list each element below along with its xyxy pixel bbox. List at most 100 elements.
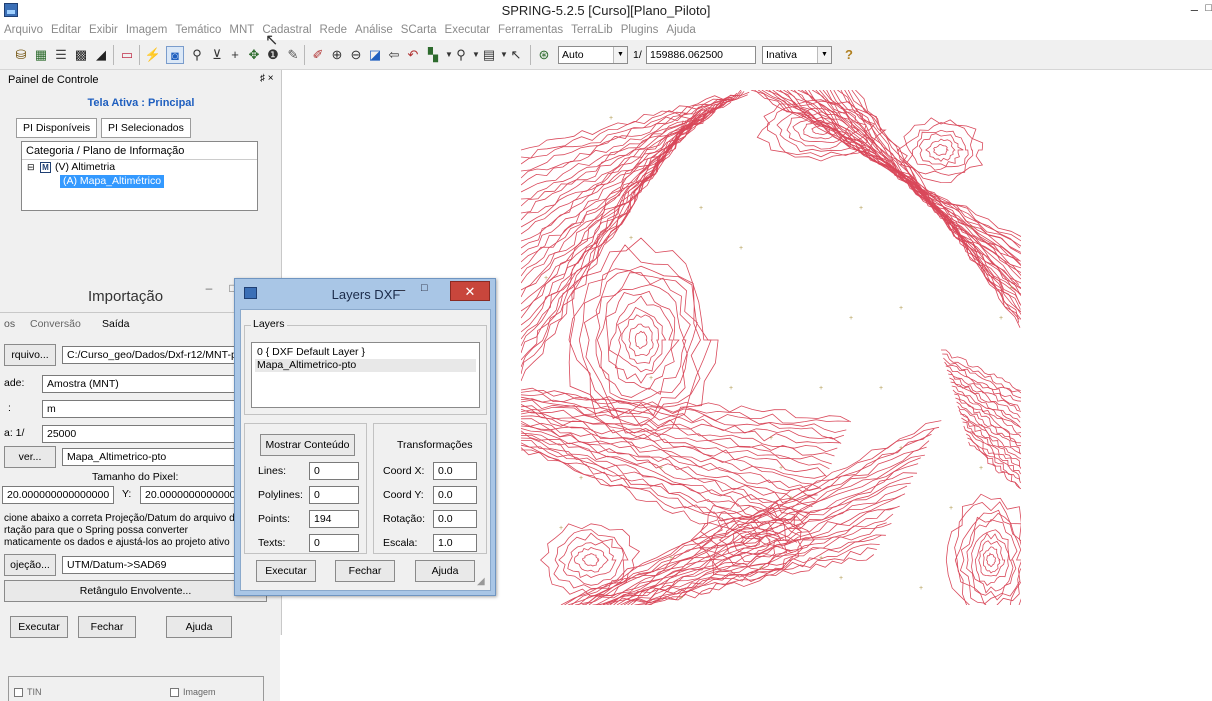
tree-plan-item[interactable]: (A) Mapa_Altimétrico	[60, 175, 165, 188]
menu-editar[interactable]: Editar	[47, 22, 85, 36]
dialog-maximize-button[interactable]: □	[421, 282, 428, 294]
cross-cursor-icon[interactable]: +	[226, 46, 244, 64]
zoom-in-icon[interactable]: ⊕	[328, 46, 346, 64]
dialog-minimize-button[interactable]: –	[398, 282, 405, 297]
scale-input[interactable]: 159886.062500	[646, 46, 756, 64]
draw-icon[interactable]: ◢	[92, 46, 110, 64]
contour-line	[521, 418, 822, 490]
tin-checkbox[interactable]	[14, 688, 23, 697]
zoom-icon[interactable]: ⚲	[188, 46, 206, 64]
sample-point-marker: +	[544, 275, 548, 282]
cursor-info-icon[interactable]: ⊻	[208, 46, 226, 64]
maximize-button[interactable]: □	[1205, 2, 1212, 14]
show-content-button[interactable]: Mostrar Conteúdo	[260, 434, 355, 456]
contour-line	[974, 532, 1010, 586]
polylines-field[interactable]: 0	[309, 486, 359, 504]
menu-terralib[interactable]: TerraLib	[567, 22, 617, 36]
scale-field[interactable]: 1.0	[433, 534, 477, 552]
tree-expand-icon[interactable]: ⊟	[27, 162, 35, 173]
help-icon[interactable]: ?	[840, 46, 858, 64]
texts-field[interactable]: 0	[309, 534, 359, 552]
contour-line	[573, 547, 609, 573]
sample-point-marker: +	[579, 475, 583, 482]
tab-pi-disponiveis[interactable]: PI Disponíveis	[16, 118, 98, 138]
tab-pi-selecionados[interactable]: PI Selecionados	[101, 118, 191, 138]
sample-point-marker: +	[739, 245, 743, 252]
sample-point-marker: +	[819, 385, 823, 392]
contour-line	[521, 114, 707, 305]
zoom-mode-select[interactable]: Auto ▼	[558, 46, 628, 64]
status-select[interactable]: Inativa ▼	[762, 46, 832, 64]
tool-icon[interactable]: ✎	[284, 46, 302, 64]
tab-dados[interactable]: os	[4, 318, 15, 330]
menu-ferramentas[interactable]: Ferramentas	[494, 22, 567, 36]
import-minimize-button[interactable]: –	[198, 280, 220, 298]
menu-rede[interactable]: Rede	[316, 22, 352, 36]
contour-line	[521, 94, 748, 165]
list-item[interactable]: 0 { DXF Default Layer }	[255, 346, 476, 359]
back-icon[interactable]: ⇦	[385, 46, 403, 64]
database-icon[interactable]: ⛁	[12, 46, 30, 64]
menu-ajuda[interactable]: Ajuda	[662, 22, 699, 36]
contour-line	[942, 353, 1021, 394]
dialog-close-text-button[interactable]: Fechar	[335, 560, 395, 582]
pointer-icon[interactable]: ↖	[507, 46, 525, 64]
bbox-button[interactable]: Retângulo Envolvente...	[4, 580, 267, 602]
menu-tematico[interactable]: Temático	[171, 22, 225, 36]
window-icon[interactable]: ▭	[118, 46, 136, 64]
rotation-field[interactable]: 0.0	[433, 510, 477, 528]
selected-tool-icon[interactable]: ◙	[166, 46, 184, 64]
menu-exibir[interactable]: Exibir	[85, 22, 122, 36]
layers-icon[interactable]: ☰	[52, 46, 70, 64]
pi-button[interactable]: ver...	[4, 446, 56, 468]
tree-category-item[interactable]: (V) Altimetria	[55, 161, 115, 173]
lines-field[interactable]: 0	[309, 462, 359, 480]
contour-line	[628, 323, 654, 357]
menu-arquivo[interactable]: Arquivo	[0, 22, 47, 36]
menu-executar[interactable]: Executar	[441, 22, 494, 36]
sample-point-marker: +	[629, 235, 633, 242]
menu-scarta[interactable]: SCarta	[397, 22, 441, 36]
grid-icon[interactable]: ▩	[72, 46, 90, 64]
dialog-close-button[interactable]: ✕	[450, 281, 490, 301]
coordy-field[interactable]: 0.0	[433, 486, 477, 504]
coordx-field[interactable]: 0.0	[433, 462, 477, 480]
menu-imagem[interactable]: Imagem	[122, 22, 172, 36]
sample-point-marker: +	[659, 465, 663, 472]
contour-map-canvas[interactable]: + + + + + + + + + + + + + + + + + + + + + + + + + + + + + +	[521, 90, 1021, 605]
clear-icon[interactable]: ⚡	[144, 46, 162, 64]
pixel-x-field[interactable]: 20.000000000000000	[2, 486, 114, 504]
dialog-help-button[interactable]: Ajuda	[415, 560, 475, 582]
contour-line	[623, 523, 892, 605]
dialog-execute-button[interactable]: Executar	[256, 560, 316, 582]
menu-plugins[interactable]: Plugins	[617, 22, 663, 36]
minimize-button[interactable]: –	[1191, 2, 1198, 17]
sample-point-marker: +	[729, 385, 733, 392]
image-checkbox[interactable]	[170, 688, 179, 697]
file-button[interactable]: rquivo...	[4, 344, 56, 366]
zoom-area-icon[interactable]: ◪	[366, 46, 384, 64]
contour-line	[560, 420, 942, 605]
tin-label: TIN	[27, 687, 42, 697]
layers-dxf-dialog: Layers DXF – □ ✕ Layers 0 { DXF Default …	[234, 278, 496, 596]
panel-close-icon[interactable]: ♯ ×	[260, 73, 274, 84]
edit-icon[interactable]: ✐	[309, 46, 327, 64]
unit-label: :	[8, 402, 11, 414]
tab-saida[interactable]: Saída	[102, 318, 129, 330]
points-field[interactable]: 194	[309, 510, 359, 528]
undo-icon[interactable]: ↶	[404, 46, 422, 64]
project-icon[interactable]: ▦	[32, 46, 50, 64]
contour-line	[964, 429, 1021, 480]
list-item[interactable]: Mapa_Altimetrico-pto	[255, 359, 476, 372]
projection-button[interactable]: ojeção...	[4, 554, 56, 576]
menu-analise[interactable]: Análise	[351, 22, 397, 36]
zoom-out-icon[interactable]: ⊖	[347, 46, 365, 64]
resize-grip-icon[interactable]: ◢	[477, 576, 485, 587]
tab-conversao[interactable]: Conversão	[30, 318, 81, 330]
contour-line	[855, 90, 1021, 328]
draw-mode-icon[interactable]: ⊛	[535, 46, 553, 64]
pan-icon[interactable]: ✥	[245, 46, 263, 64]
contour-line	[521, 91, 745, 172]
menu-mnt[interactable]: MNT	[225, 22, 258, 36]
layers-list[interactable]: 0 { DXF Default Layer } Mapa_Altimetrico…	[251, 342, 480, 408]
